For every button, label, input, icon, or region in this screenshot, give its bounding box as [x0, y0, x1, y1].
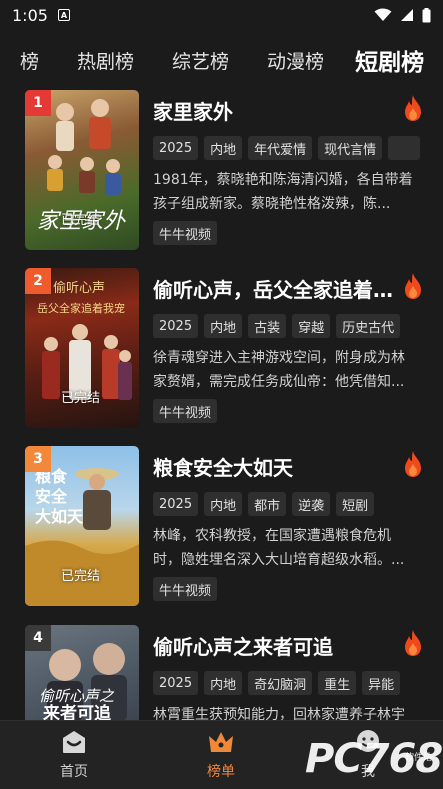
- list-item[interactable]: 偷听心声之 来者可追 4 偷听心声之来者可追 2025 内地 奇幻脑洞 重生 异…: [25, 625, 435, 720]
- tag-year: 2025: [153, 136, 199, 160]
- tab-hot-drama[interactable]: 热剧榜: [58, 47, 153, 74]
- svg-text:安全: 安全: [35, 487, 68, 506]
- list-item[interactable]: 粮食 安全 大如天 3 已完结 粮食安全大如天 2025 内地 都市 逆袭 短剧…: [25, 446, 435, 606]
- rank-badge: 4: [25, 625, 51, 651]
- drama-title[interactable]: 偷听心声，岳父全家追着我宠: [153, 274, 393, 303]
- tab-short-drama[interactable]: 短剧榜: [343, 43, 434, 77]
- poster-status: 已完结: [61, 213, 101, 228]
- drama-title[interactable]: 粮食安全大如天: [153, 452, 393, 481]
- tab-anime[interactable]: 动漫榜: [248, 47, 343, 74]
- status-time: 1:05: [12, 5, 48, 25]
- tag-list: 2025 内地 都市 逆袭 短剧: [153, 492, 425, 516]
- tag-genre: 逆袭: [292, 492, 331, 516]
- signal-icon: [401, 9, 413, 21]
- tag-year: 2025: [153, 314, 199, 338]
- flame-icon: [405, 273, 421, 299]
- tab-variety[interactable]: 综艺榜: [153, 47, 248, 74]
- list-item[interactable]: 偷听心声 岳父全家追着我宠 2 已完结 偷听心声，岳父全家追着我宠 2025 内…: [25, 268, 435, 428]
- tag-region: 内地: [204, 671, 243, 695]
- tag-genre: 历史古代: [336, 314, 401, 338]
- tag-genre: 重生: [318, 671, 357, 695]
- tag-empty: [388, 136, 421, 160]
- poster-image[interactable]: 家里家外 1 已完结: [25, 90, 139, 250]
- rank-badge: 2: [25, 268, 51, 294]
- rank-badge: 3: [25, 446, 51, 472]
- tag-genre: 古装: [248, 314, 287, 338]
- tag-region: 内地: [204, 314, 243, 338]
- flame-icon: [405, 451, 421, 477]
- tag-genre: 现代言情: [318, 136, 383, 160]
- tag-region: 内地: [204, 492, 243, 516]
- source-badge: 牛牛视频: [153, 221, 218, 245]
- svg-text:来者可追: 来者可追: [42, 703, 112, 720]
- flame-icon: [405, 95, 421, 121]
- rank-badge: 1: [25, 90, 51, 116]
- tag-year: 2025: [153, 671, 199, 695]
- drama-description: 徐青魂穿进入主神游戏空间，附身成为林家赘婿，需完成任务成仙帝：他凭借知...: [153, 350, 405, 390]
- flame-icon: [405, 630, 421, 656]
- nav-home-label: 首页: [60, 764, 88, 780]
- tag-genre: 年代爱情: [248, 136, 313, 160]
- tag-genre: 奇幻脑洞: [248, 671, 313, 695]
- nav-ranking-label: 榜单: [207, 764, 235, 780]
- svg-text:偷听心声: 偷听心声: [53, 281, 105, 296]
- source-badge: 牛牛视频: [153, 577, 218, 601]
- tag-genre: 异能: [362, 671, 401, 695]
- drama-title[interactable]: 家里家外: [153, 96, 393, 125]
- tag-genre: 都市: [248, 492, 287, 516]
- notification-icon: A: [57, 9, 70, 21]
- poster-image[interactable]: 偷听心声之 来者可追 4: [25, 625, 139, 720]
- tag-region: 内地: [204, 136, 243, 160]
- tag-genre: 短剧: [336, 492, 375, 516]
- crown-icon: [209, 732, 233, 752]
- tag-list: 2025 内地 奇幻脑洞 重生 异能: [153, 671, 425, 695]
- ranking-list: 家里家外 1 已完结 家里家外 2025 内地 年代爱情 现代言情 1981年，…: [0, 88, 443, 720]
- drama-description: 1981年，蔡晓艳和陈海清闪婚，各自带着孩子组成新家。蔡晓艳性格泼辣，陈...: [153, 172, 413, 212]
- svg-text:大如天: 大如天: [35, 507, 84, 526]
- svg-text:岳父全家追着我宠: 岳父全家追着我宠: [37, 301, 125, 315]
- tag-list: 2025 内地 年代爱情 现代言情: [153, 136, 425, 160]
- poster-status: 已完结: [61, 569, 101, 584]
- tag-year: 2025: [153, 492, 199, 516]
- poster-image[interactable]: 偷听心声 岳父全家追着我宠 2 已完结: [25, 268, 139, 428]
- nav-ranking[interactable]: 榜单: [181, 729, 261, 781]
- poster-status: 已完结: [61, 391, 101, 406]
- drama-description: 林霄重生获预知能力，回林家遭养子林宇: [153, 707, 405, 720]
- tab-ranking-partial[interactable]: 榜: [0, 47, 58, 74]
- drama-description: 林峰，农科教授，在国家遭遇粮食危机时，隐姓埋名深入大山培育超级水稻。...: [153, 528, 405, 568]
- tag-list: 2025 内地 古装 穿越 历史古代: [153, 314, 425, 338]
- home-icon: [63, 731, 85, 753]
- svg-text:偷听心声之: 偷听心声之: [39, 687, 115, 705]
- source-badge: 牛牛视频: [153, 399, 218, 423]
- status-bar: 1:05 A: [0, 0, 443, 30]
- list-item[interactable]: 家里家外 1 已完结 家里家外 2025 内地 年代爱情 现代言情 1981年，…: [25, 90, 435, 250]
- drama-title[interactable]: 偷听心声之来者可追: [153, 631, 393, 660]
- tag-genre: 穿越: [292, 314, 331, 338]
- nav-home[interactable]: 首页: [34, 729, 114, 781]
- wifi-icon: [374, 8, 392, 21]
- poster-image[interactable]: 粮食 安全 大如天 3 已完结: [25, 446, 139, 606]
- watermark-subtext: 软件站: [405, 753, 433, 763]
- battery-icon: [422, 7, 431, 22]
- ranking-tabs: 榜 热剧榜 综艺榜 动漫榜 短剧榜: [0, 38, 443, 82]
